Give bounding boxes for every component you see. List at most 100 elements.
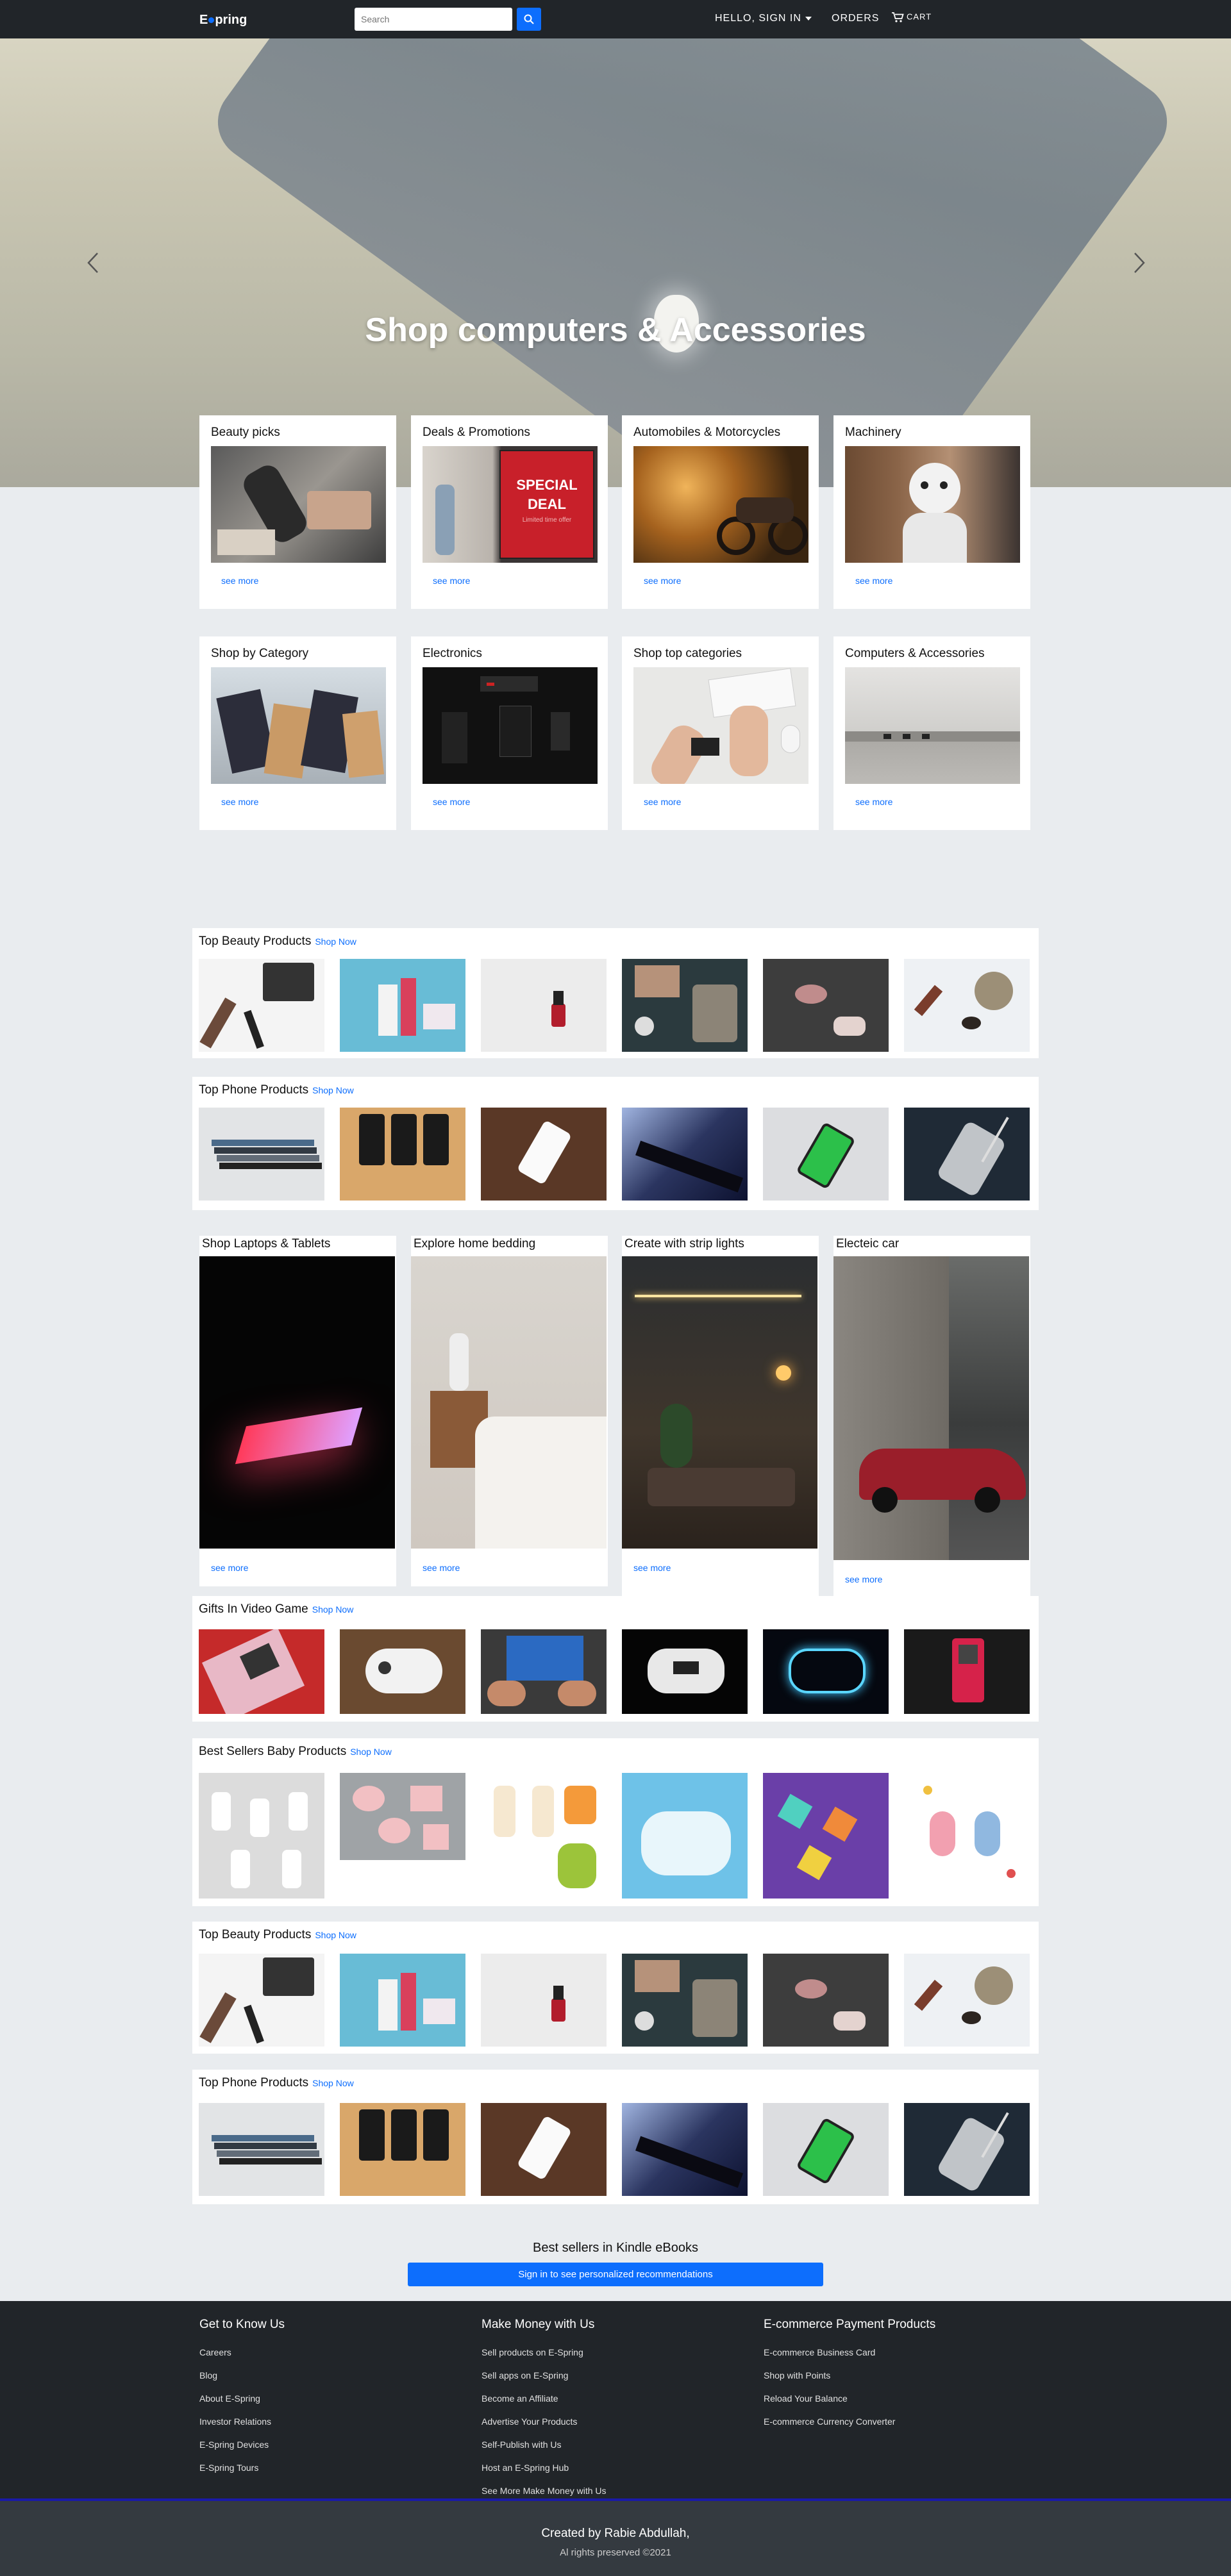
motorcycle-image (633, 446, 808, 563)
category-card[interactable]: Electronics see more (411, 636, 608, 830)
feature-card[interactable]: Shop Laptops & Tablets see more (199, 1236, 396, 1586)
product-thumbnail[interactable] (763, 1773, 889, 1899)
search-input[interactable] (355, 8, 512, 31)
product-thumbnail[interactable] (622, 959, 748, 1052)
logo-dot (208, 17, 215, 24)
sign-in-dropdown[interactable]: HELLO, SIGN IN (715, 13, 812, 24)
product-thumbnail[interactable] (763, 1108, 889, 1201)
see-more-link[interactable]: see more (433, 576, 470, 586)
product-thumbnail[interactable] (340, 1954, 465, 2047)
see-more-link[interactable]: see more (433, 797, 470, 807)
product-thumbnail[interactable] (199, 1773, 324, 1899)
cart-label: CART (907, 12, 932, 22)
product-thumbnail[interactable] (199, 959, 324, 1052)
product-thumbnail[interactable] (481, 1773, 607, 1899)
product-thumbnail[interactable] (904, 1954, 1030, 2047)
see-more-link[interactable]: see more (644, 797, 681, 807)
see-more-link[interactable]: see more (855, 797, 892, 807)
footer-link[interactable]: E-Spring Devices (199, 2433, 285, 2456)
product-thumbnail[interactable] (622, 2103, 748, 2196)
footer-link[interactable]: Host an E-Spring Hub (482, 2456, 607, 2479)
footer-link[interactable]: Shop with Points (764, 2364, 935, 2387)
see-more-link[interactable]: see more (221, 576, 258, 586)
product-thumbnail[interactable] (481, 1108, 607, 1201)
row-title-text: Gifts In Video Game (199, 1602, 308, 1616)
card-title: Beauty picks (211, 426, 280, 439)
product-thumbnail[interactable] (622, 1629, 748, 1714)
footer-link[interactable]: Sell apps on E-Spring (482, 2364, 607, 2387)
product-thumbnail[interactable] (763, 1629, 889, 1714)
shop-now-link[interactable]: Shop Now (350, 1747, 392, 1757)
shop-now-link[interactable]: Shop Now (312, 1604, 354, 1615)
product-thumbnail[interactable] (904, 2103, 1030, 2196)
see-more-link[interactable]: see more (211, 1563, 248, 1573)
product-thumbnail[interactable] (481, 959, 607, 1052)
product-thumbnail[interactable] (340, 1629, 465, 1714)
product-thumbnail[interactable] (340, 2103, 465, 2196)
carousel-prev-icon[interactable] (83, 250, 103, 276)
footer-link[interactable]: Reload Your Balance (764, 2387, 935, 2410)
category-card[interactable]: Deals & Promotions SPECIAL DEAL Limited … (411, 415, 608, 609)
shop-now-link[interactable]: Shop Now (312, 1085, 354, 1095)
search-button[interactable] (517, 8, 541, 31)
category-card[interactable]: Automobiles & Motorcycles see more (622, 415, 819, 609)
footer-link[interactable]: Advertise Your Products (482, 2410, 607, 2433)
feature-card[interactable]: Electeic car see more (833, 1236, 1030, 1598)
shop-now-link[interactable]: Shop Now (312, 2078, 354, 2088)
see-more-link[interactable]: see more (423, 1563, 460, 1573)
footer-link[interactable]: Become an Affiliate (482, 2387, 607, 2410)
product-thumbnail[interactable] (481, 2103, 607, 2196)
see-more-link[interactable]: see more (644, 576, 681, 586)
product-thumbnail[interactable] (904, 1629, 1030, 1714)
footer-link[interactable]: Investor Relations (199, 2410, 285, 2433)
product-thumbnail[interactable] (622, 1773, 748, 1899)
see-more-link[interactable]: see more (633, 1563, 671, 1573)
category-card[interactable]: Shop by Category see more (199, 636, 396, 830)
footer-link[interactable]: E-commerce Business Card (764, 2341, 935, 2364)
product-thumbnail[interactable] (199, 1629, 324, 1714)
category-card[interactable]: Computers & Accessories see more (833, 636, 1030, 830)
product-thumbnail[interactable] (199, 2103, 324, 2196)
product-thumbnail[interactable] (340, 1108, 465, 1201)
product-thumbnail[interactable] (904, 959, 1030, 1052)
shop-now-link[interactable]: Shop Now (315, 1930, 356, 1940)
footer-link[interactable]: Sell products on E-Spring (482, 2341, 607, 2364)
see-more-link[interactable]: see more (845, 1574, 882, 1584)
footer-link[interactable]: Self-Publish with Us (482, 2433, 607, 2456)
product-thumbnail[interactable] (904, 1773, 1030, 1899)
product-row-phones: Top Phone Products Shop Now (192, 1077, 1039, 1210)
footer-link[interactable]: E-Spring Tours (199, 2456, 285, 2479)
footer-link[interactable]: E-commerce Currency Converter (764, 2410, 935, 2433)
product-thumbnail[interactable] (763, 1954, 889, 2047)
card-title: Automobiles & Motorcycles (633, 426, 781, 439)
product-thumbnail[interactable] (622, 1954, 748, 2047)
product-thumbnail[interactable] (199, 1108, 324, 1201)
footer-link[interactable]: About E-Spring (199, 2387, 285, 2410)
product-thumbnail[interactable] (763, 959, 889, 1052)
carousel-next-icon[interactable] (1130, 250, 1149, 276)
category-card[interactable]: Shop top categories see more (622, 636, 819, 830)
footer-link[interactable]: Careers (199, 2341, 285, 2364)
see-more-link[interactable]: see more (855, 576, 892, 586)
category-card[interactable]: Beauty picks see more (199, 415, 396, 609)
product-row-phones: Top Phone Products Shop Now (192, 2070, 1039, 2204)
beauty-products-image (211, 446, 386, 563)
orders-link[interactable]: ORDERS (832, 13, 879, 24)
category-card[interactable]: Machinery see more (833, 415, 1030, 609)
site-logo[interactable]: Epring (199, 13, 247, 28)
product-thumbnail[interactable] (481, 1954, 607, 2047)
cart-link[interactable]: CART (891, 12, 932, 23)
product-thumbnail[interactable] (622, 1108, 748, 1201)
product-thumbnail[interactable] (763, 2103, 889, 2196)
see-more-link[interactable]: see more (221, 797, 258, 807)
product-thumbnail[interactable] (340, 1773, 465, 1860)
shop-now-link[interactable]: Shop Now (315, 936, 356, 947)
footer-link[interactable]: Blog (199, 2364, 285, 2387)
product-thumbnail[interactable] (481, 1629, 607, 1714)
product-thumbnail[interactable] (340, 959, 465, 1052)
feature-card[interactable]: Explore home bedding see more (411, 1236, 608, 1586)
personalized-signin-button[interactable]: Sign in to see personalized recommendati… (408, 2263, 823, 2286)
product-thumbnail[interactable] (904, 1108, 1030, 1201)
feature-card[interactable]: Create with strip lights see more (622, 1236, 819, 1598)
product-thumbnail[interactable] (199, 1954, 324, 2047)
